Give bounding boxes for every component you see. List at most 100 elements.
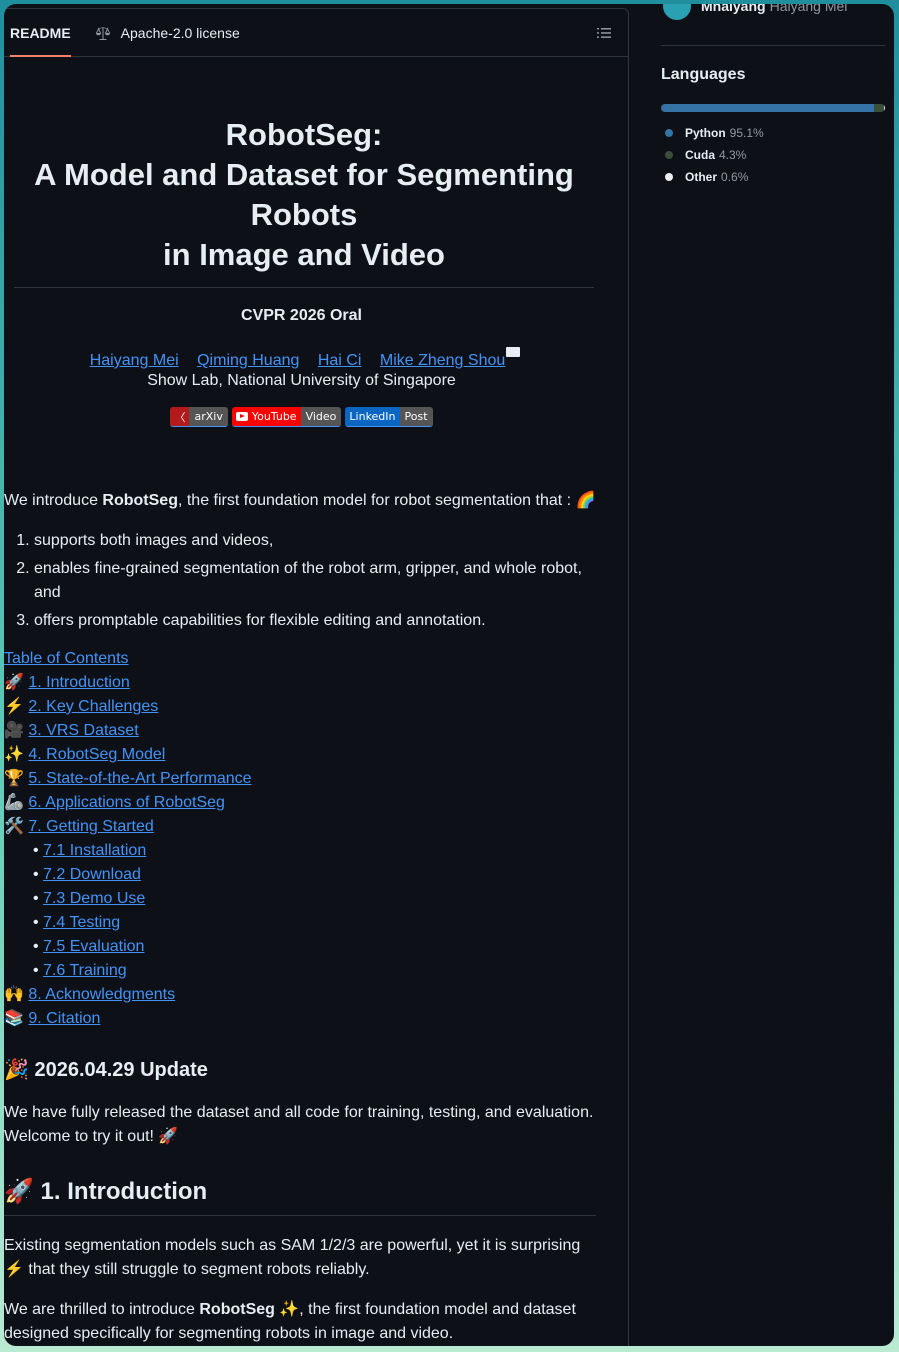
author-list: Haiyang Mei Qiming Huang Hai Ci Mike Zhe… <box>4 347 599 370</box>
toc-item: 🏆 5. State-of-the-Art Performance <box>4 767 628 791</box>
tools-icon: 🛠️ <box>4 818 24 835</box>
toc-item: 🙌 8. Acknowledgments <box>4 983 628 1007</box>
paragraph-bold: RobotSeg <box>199 1301 275 1318</box>
toc-header-link[interactable]: Table of Contents <box>4 647 129 671</box>
intro-text-end: , the first foundation model for robot s… <box>177 492 596 509</box>
toc-link[interactable]: 3. VRS Dataset <box>28 722 138 739</box>
affiliation: Show Lab, National University of Singapo… <box>147 372 456 389</box>
intro-section-paragraph: Existing segmentation models such as SAM… <box>4 1237 581 1278</box>
toc-link[interactable]: 4. RobotSeg Model <box>28 746 165 763</box>
language-percent: 4.3% <box>719 148 747 162</box>
avatar[interactable] <box>661 4 693 22</box>
contributor-full-name: Haiyang Mei <box>769 4 848 14</box>
repo-sidebar: Mhaiyang Haiyang Mei Languages Python 95.1… <box>661 4 885 188</box>
author-link[interactable]: Mike Zheng Shou <box>380 352 505 369</box>
tab-readme[interactable]: README <box>10 9 71 57</box>
youtube-badge[interactable]: YouTube Video <box>231 407 342 427</box>
toc-link[interactable]: 7. Getting Started <box>28 818 153 835</box>
arxiv-logo-icon: 〈 <box>170 407 190 426</box>
list-item: supports both images and videos, <box>34 529 596 553</box>
toc-link[interactable]: 8. Acknowledgments <box>28 986 175 1003</box>
language-bar-segment <box>874 104 884 112</box>
toc-link[interactable]: 5. State-of-the-Art Performance <box>28 770 251 787</box>
language-percent: 95.1% <box>729 126 764 140</box>
toc-item: ✨ 4. RobotSeg Model <box>4 743 628 767</box>
toc-sublink[interactable]: 7.1 Installation <box>43 842 146 859</box>
toc-item: 🦾 6. Applications of RobotSeg <box>4 791 628 815</box>
language-item-other[interactable]: Other 0.6% <box>661 166 748 188</box>
toc-link[interactable]: 6. Applications of RobotSeg <box>28 794 225 811</box>
list-item: offers promptable capabilities for flexi… <box>34 609 596 633</box>
readme-title: RobotSeg: A Model and Dataset for Segmen… <box>14 115 594 288</box>
update-text: We have fully released the dataset and a… <box>4 1104 594 1145</box>
toc-sublink[interactable]: 7.5 Evaluation <box>43 938 144 955</box>
author-link[interactable]: Haiyang Mei <box>90 352 179 369</box>
language-name: Python <box>685 126 726 140</box>
title-line: in Image and Video <box>163 237 445 272</box>
toc-item: ⚡ 2. Key Challenges <box>4 695 628 719</box>
toc-item: 🎥 3. VRS Dataset <box>4 719 628 743</box>
license-tab-label: Apache-2.0 license <box>120 24 240 41</box>
conference-label: CVPR 2026 Oral <box>241 307 362 324</box>
feature-list: supports both images and videos, enables… <box>4 529 596 633</box>
toc-item: 🛠️ 7. Getting Started <box>4 815 628 839</box>
tab-license[interactable]: Apache-2.0 license <box>95 9 240 57</box>
raised-hands-icon: 🙌 <box>4 986 24 1003</box>
toc-subitem: • 7.1 Installation <box>33 842 147 859</box>
title-line: RobotSeg: <box>225 117 383 152</box>
law-scale-icon <box>95 25 110 40</box>
intro-text: We introduce <box>4 492 103 509</box>
readme-panel: README Apache-2.0 license RobotSeg: A Mo… <box>4 8 629 1346</box>
languages-heading: Languages <box>661 66 746 83</box>
rocket-icon: 🚀 <box>4 674 24 691</box>
list-item: enables fine-grained segmentation of the… <box>34 557 596 605</box>
toc-subitem: • 7.3 Demo Use <box>33 890 146 907</box>
toc-link[interactable]: 2. Key Challenges <box>28 698 158 715</box>
toc-subitem: • 7.5 Evaluation <box>33 938 145 955</box>
envelope-icon <box>506 347 521 357</box>
trophy-icon: 🏆 <box>4 770 24 787</box>
camera-icon: 🎥 <box>4 722 24 739</box>
language-list: Python 95.1% Cuda 4.3% Other 0.6% <box>661 122 885 188</box>
language-percent: 0.6% <box>721 170 749 184</box>
language-bar-segment <box>661 104 875 112</box>
toc-link[interactable]: 1. Introduction <box>28 674 129 691</box>
toc-sublink[interactable]: 7.4 Testing <box>43 914 120 931</box>
youtube-icon <box>235 412 248 421</box>
title-line: A Model and Dataset for Segmenting <box>34 157 574 192</box>
intro-paragraph: We introduce RobotSeg, the first foundat… <box>4 489 596 513</box>
readme-tab-bar: README Apache-2.0 license <box>4 9 628 57</box>
language-dot <box>665 173 673 181</box>
youtube-badge-label: YouTube <box>251 410 297 423</box>
author-link[interactable]: Qiming Huang <box>197 352 299 369</box>
language-bar <box>661 104 885 112</box>
toc-link[interactable]: 9. Citation <box>28 1010 100 1027</box>
update-heading: 🎉 2026.04.29 Update <box>4 1059 208 1081</box>
contributor-name[interactable]: Mhaiyang Haiyang Mei <box>701 4 847 14</box>
toc-subitem: • 7.4 Testing <box>33 914 121 931</box>
books-icon: 📚 <box>4 1010 24 1027</box>
language-name: Other <box>685 170 718 184</box>
linkedin-badge[interactable]: LinkedIn Post <box>345 407 433 427</box>
readme-tab-label: README <box>10 24 71 41</box>
toc-item: 📚 9. Citation <box>4 1007 628 1031</box>
title-line: Robots <box>250 197 358 232</box>
outline-list-icon[interactable] <box>596 25 612 41</box>
arxiv-badge-label: arXiv <box>189 407 228 426</box>
language-item-python[interactable]: Python 95.1% <box>661 122 764 144</box>
language-bar-segment <box>883 104 885 112</box>
toc-sublink[interactable]: 7.3 Demo Use <box>43 890 145 907</box>
table-of-contents: Table of Contents 🚀 1. Introduction ⚡ 2.… <box>4 647 628 1031</box>
toc-subitem: • 7.2 Download <box>33 866 141 883</box>
youtube-badge-value: Video <box>300 407 342 426</box>
language-item-cuda[interactable]: Cuda 4.3% <box>661 144 746 166</box>
youtube-badge-left: YouTube <box>231 407 301 426</box>
toc-sublink[interactable]: 7.6 Training <box>43 962 127 979</box>
paragraph-text: We are thrilled to introduce <box>4 1301 200 1318</box>
contributor-row[interactable]: Mhaiyang Haiyang Mei <box>661 4 885 46</box>
toc-sublink[interactable]: 7.2 Download <box>43 866 141 883</box>
author-link[interactable]: Hai Ci <box>318 352 362 369</box>
badge-row: 〈 arXiv YouTube Video LinkedIn Post <box>4 407 599 427</box>
arxiv-badge[interactable]: 〈 arXiv <box>170 407 228 427</box>
intro-bold: RobotSeg <box>102 492 178 509</box>
